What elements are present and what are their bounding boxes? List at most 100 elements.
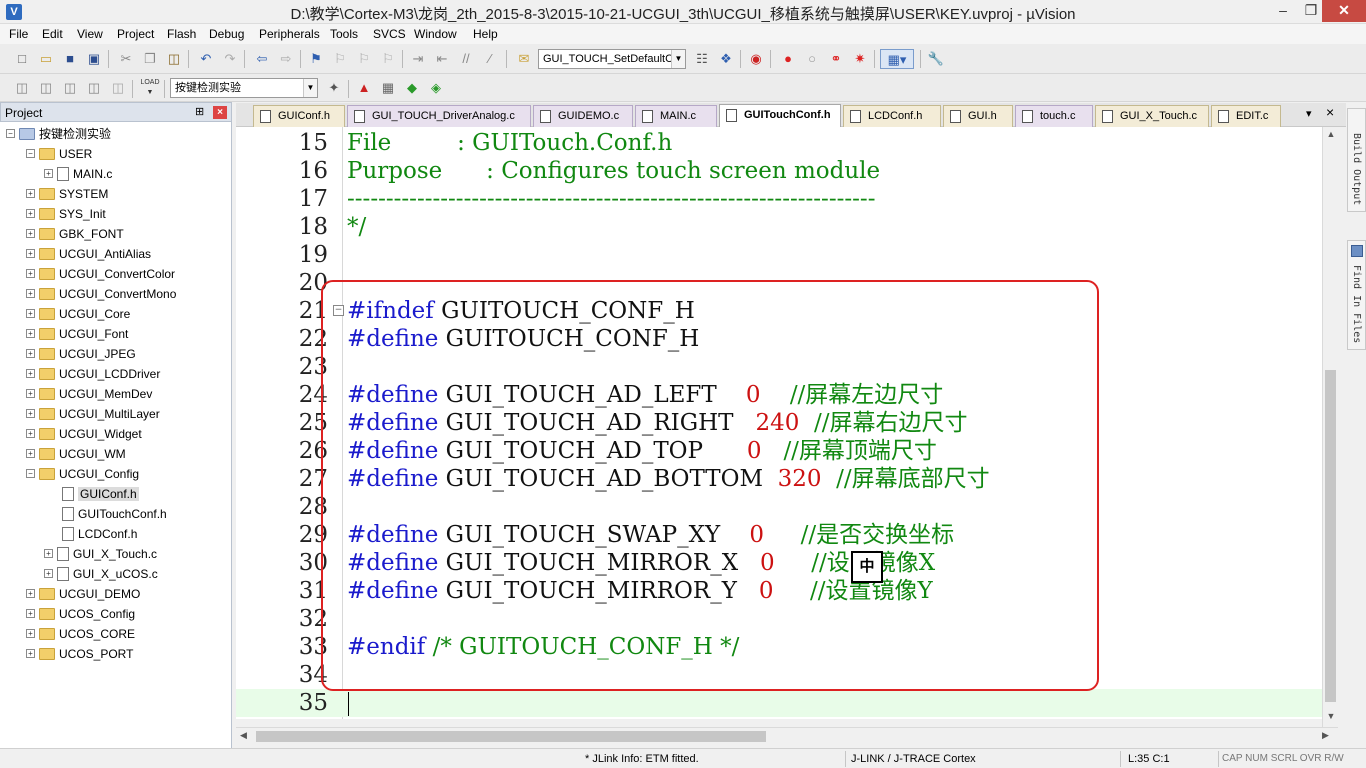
open-file-icon[interactable]: ▭	[36, 49, 56, 69]
tree-folder[interactable]: + UCOS_CORE	[26, 623, 135, 643]
tree-folder[interactable]: + UCGUI_ConvertColor	[26, 263, 175, 283]
scroll-down-icon[interactable]: ▼	[1324, 711, 1338, 725]
menu-edit[interactable]: Edit	[42, 27, 63, 41]
scroll-up-icon[interactable]: ▲	[1324, 129, 1338, 143]
tree-folder[interactable]: + UCGUI_WM	[26, 443, 126, 463]
tree-folder[interactable]: − USER	[26, 143, 92, 163]
scroll-thumb[interactable]	[1325, 370, 1336, 702]
collapse-icon[interactable]: −	[26, 469, 35, 479]
expand-icon[interactable]: +	[26, 249, 35, 259]
prev-bookmark-icon[interactable]: ⚐	[330, 49, 350, 69]
bookmark-icon[interactable]: ⚑	[306, 49, 326, 69]
menu-file[interactable]: File	[9, 27, 28, 41]
expand-icon[interactable]: +	[26, 449, 35, 459]
target-options-icon[interactable]: ✦	[324, 78, 344, 98]
expand-icon[interactable]: +	[26, 629, 35, 639]
next-bookmark-icon[interactable]: ⚐	[354, 49, 374, 69]
tab-lcdconf-h[interactable]: LCDConf.h	[843, 105, 941, 127]
paste-icon[interactable]: ◫	[164, 49, 184, 69]
tree-file-selected[interactable]: GUIConf.h	[62, 483, 139, 503]
tree-folder[interactable]: + UCGUI_Widget	[26, 423, 142, 443]
expand-icon[interactable]: +	[44, 169, 53, 179]
kill-breakpoints-icon[interactable]: ✷	[850, 49, 870, 69]
save-all-icon[interactable]: ▣	[84, 49, 104, 69]
code-line[interactable]: 35	[236, 689, 1322, 717]
copy-icon[interactable]: ❐	[140, 49, 160, 69]
editor-vertical-scrollbar[interactable]: ▲ ▼	[1322, 127, 1338, 727]
menu-project[interactable]: Project	[117, 27, 154, 41]
unindent-icon[interactable]: ⇤	[432, 49, 452, 69]
tree-folder[interactable]: + UCGUI_Core	[26, 303, 130, 323]
configure-icon[interactable]: 🔧	[926, 49, 946, 69]
tab-guidemo-c[interactable]: GUIDEMO.c	[533, 105, 633, 127]
menu-view[interactable]: View	[77, 27, 103, 41]
tab-gui-x-touch-c[interactable]: GUI_X_Touch.c	[1095, 105, 1209, 127]
expand-icon[interactable]: +	[26, 289, 35, 299]
collapse-icon[interactable]: −	[26, 149, 35, 159]
clear-bookmarks-icon[interactable]: ⚐	[378, 49, 398, 69]
disable-breakpoints-icon[interactable]: ⚭	[826, 49, 846, 69]
expand-icon[interactable]: +	[26, 429, 35, 439]
expand-icon[interactable]: +	[26, 349, 35, 359]
undo-icon[interactable]: ↶	[196, 49, 216, 69]
tree-folder[interactable]: + UCOS_Config	[26, 603, 135, 623]
expand-icon[interactable]: +	[26, 209, 35, 219]
collapse-icon[interactable]: −	[6, 129, 15, 139]
tab-edit-c[interactable]: EDIT.c	[1211, 105, 1281, 127]
tree-file[interactable]: + GUI_X_Touch.c	[44, 543, 157, 563]
uncomment-icon[interactable]: ∕	[480, 49, 500, 69]
menu-svcs[interactable]: SVCS	[373, 27, 406, 41]
tree-folder[interactable]: + UCGUI_MultiLayer	[26, 403, 160, 423]
nav-forward-icon[interactable]: ⇨	[276, 49, 296, 69]
code-line[interactable]: 17 --------------------------------------…	[236, 185, 1322, 213]
scroll-right-icon[interactable]: ▶	[1322, 730, 1329, 741]
batch-build-icon[interactable]: ◫	[84, 78, 104, 98]
chevron-down-icon[interactable]: ▼	[303, 79, 317, 97]
expand-icon[interactable]: +	[26, 229, 35, 239]
expand-icon[interactable]: +	[44, 569, 53, 579]
window-layout-icon[interactable]: ▦▾	[880, 49, 914, 69]
download-icon[interactable]: LOAD ▼	[140, 78, 160, 98]
expand-icon[interactable]: +	[26, 589, 35, 599]
tree-folder[interactable]: + UCGUI_JPEG	[26, 343, 136, 363]
expand-icon[interactable]: +	[26, 409, 35, 419]
cut-icon[interactable]: ✂	[116, 49, 136, 69]
tree-root[interactable]: − 按键检测实验	[6, 123, 111, 143]
menu-tools[interactable]: Tools	[330, 27, 358, 41]
tab-guitouchconf-h[interactable]: GUITouchConf.h	[719, 104, 841, 128]
tree-folder[interactable]: − UCGUI_Config	[26, 463, 139, 483]
translate-icon[interactable]: ◫	[12, 78, 32, 98]
tree-file[interactable]: LCDConf.h	[62, 523, 137, 543]
chevron-down-icon[interactable]: ▼	[671, 50, 685, 68]
insert-breakpoint-icon[interactable]: ●	[778, 49, 798, 69]
tree-folder[interactable]: + UCOS_PORT	[26, 643, 133, 663]
function-search-combo[interactable]: GUI_TOUCH_SetDefaultC ▼	[538, 49, 686, 69]
close-tab-icon[interactable]: ×	[1326, 104, 1334, 120]
find-icon[interactable]: ☷	[692, 49, 712, 69]
expand-icon[interactable]: +	[26, 369, 35, 379]
tree-folder[interactable]: + UCGUI_Font	[26, 323, 128, 343]
pack-installer-icon[interactable]: ◈	[426, 78, 446, 98]
close-panel-icon[interactable]: ×	[213, 106, 227, 119]
menu-help[interactable]: Help	[473, 27, 498, 41]
manage-project-items-icon[interactable]: ▲	[354, 78, 374, 98]
minimize-button[interactable]: –	[1268, 0, 1298, 22]
select-packs-icon[interactable]: ◆	[402, 78, 422, 98]
menu-flash[interactable]: Flash	[167, 27, 196, 41]
expand-icon[interactable]: +	[26, 649, 35, 659]
pin-icon[interactable]: ⊞	[195, 105, 204, 118]
expand-icon[interactable]: +	[44, 549, 53, 559]
expand-icon[interactable]: +	[26, 609, 35, 619]
editor-horizontal-scrollbar[interactable]: ◀ ▶	[236, 727, 1338, 744]
expand-icon[interactable]: +	[26, 269, 35, 279]
tree-folder[interactable]: + UCGUI_LCDDriver	[26, 363, 160, 383]
tree-folder[interactable]: + UCGUI_ConvertMono	[26, 283, 176, 303]
expand-icon[interactable]: +	[26, 329, 35, 339]
tab-list-dropdown-icon[interactable]: ▾	[1306, 107, 1312, 120]
tree-file[interactable]: + MAIN.c	[44, 163, 112, 183]
menu-peripherals[interactable]: Peripherals	[259, 27, 320, 41]
nav-back-icon[interactable]: ⇦	[252, 49, 272, 69]
enable-breakpoint-icon[interactable]: ○	[802, 49, 822, 69]
code-line[interactable]: 19	[236, 241, 1322, 269]
close-window-button[interactable]: ✕	[1322, 0, 1366, 22]
